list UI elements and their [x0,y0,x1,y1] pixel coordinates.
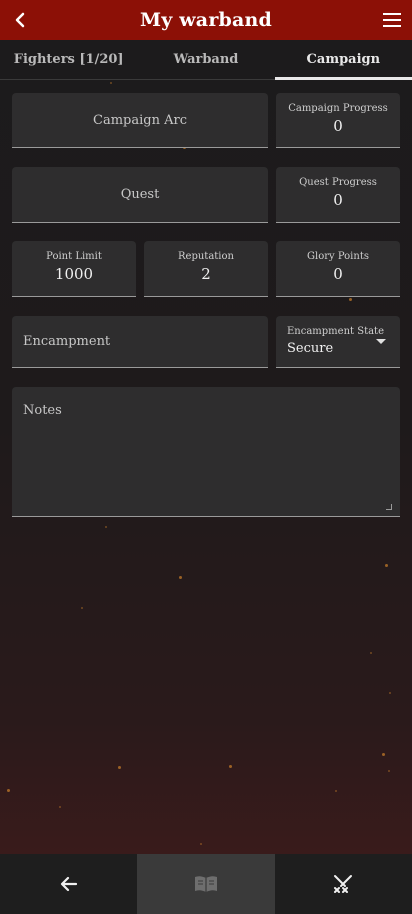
nav-back-button[interactable] [0,854,137,914]
ember-particle [385,564,388,567]
ember-particle [229,765,232,768]
nav-battle-button[interactable] [275,854,412,914]
quest-progress-field[interactable]: Quest Progress 0 [276,167,400,223]
resize-handle-icon[interactable] [386,504,392,510]
encampment-state-select[interactable]: Encampment State Secure [276,316,400,368]
notes-textarea[interactable]: Notes [12,387,400,517]
point-limit-label: Point Limit [46,251,102,262]
arrow-left-icon [60,876,77,892]
ember-particle [81,607,83,609]
glory-points-field[interactable]: Glory Points 0 [276,241,400,297]
quest-field[interactable]: Quest [12,167,268,223]
ember-particle [200,843,202,845]
reputation-label: Reputation [178,251,234,262]
ember-particle [335,790,337,792]
chevron-down-icon [376,339,386,344]
tab-fighters[interactable]: Fighters [1/20] [0,40,137,79]
encampment-field[interactable]: Encampment [12,316,268,368]
ember-particle [59,806,61,808]
campaign-arc-field[interactable]: Campaign Arc [12,93,268,148]
ember-particle [349,298,352,301]
bottom-nav [0,854,412,914]
page-title: My warband [139,9,273,31]
ember-particle [105,526,107,528]
notes-label: Notes [23,403,62,418]
encampment-state-value: Secure [287,341,334,356]
quest-progress-value: 0 [333,191,343,209]
book-icon [194,876,217,892]
encampment-state-label: Encampment State [287,326,384,337]
campaign-progress-value: 0 [333,117,343,135]
point-limit-value: 1000 [54,265,94,283]
campaign-progress-label: Campaign Progress [288,103,388,114]
nav-rules-button[interactable] [137,854,275,914]
ember-particle [389,692,391,694]
ember-particle [370,652,372,654]
point-limit-field[interactable]: Point Limit 1000 [12,241,136,297]
hamburger-menu-icon[interactable] [382,11,402,29]
chevron-left-icon[interactable] [10,8,32,32]
ember-particle [110,82,112,84]
glory-points-value: 0 [333,265,343,283]
app-header: My warband [0,0,412,40]
reputation-value: 2 [201,265,211,283]
crossed-swords-icon [334,875,353,893]
quest-progress-label: Quest Progress [299,177,377,188]
ember-particle [118,766,121,769]
ember-particle [7,789,10,792]
tab-campaign[interactable]: Campaign [274,40,412,80]
glory-points-label: Glory Points [307,251,369,262]
ember-particle [382,753,385,756]
tab-warband[interactable]: Warband [137,40,274,79]
ember-particle [179,576,182,579]
encampment-label: Encampment [23,334,111,349]
ember-particle [388,770,390,772]
tab-bar: Fighters [1/20] Warband Campaign [0,40,412,80]
campaign-progress-field[interactable]: Campaign Progress 0 [276,93,400,148]
quest-label: Quest [120,187,160,202]
campaign-arc-label: Campaign Arc [93,112,187,128]
reputation-field[interactable]: Reputation 2 [144,241,268,297]
